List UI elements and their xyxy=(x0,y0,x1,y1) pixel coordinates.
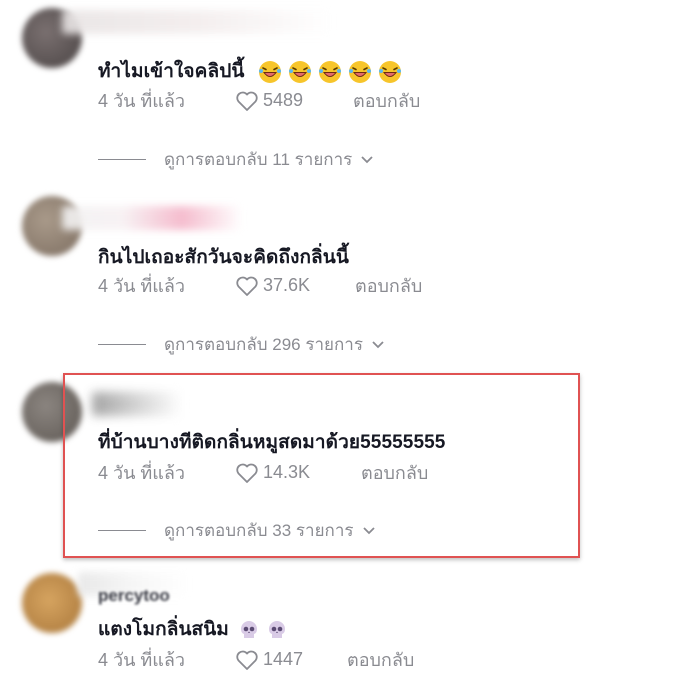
reply-button[interactable]: ตอบกลับ xyxy=(353,86,420,115)
comment-meta: 4 วัน ที่แล้ว 5489 ตอบกลับ xyxy=(98,86,420,115)
view-replies-button[interactable]: ดูการตอบกลับ 296 รายการ xyxy=(98,331,385,358)
laughing-emoji-icon xyxy=(378,60,401,83)
emoji-group xyxy=(238,619,294,641)
reply-button[interactable]: ตอบกลับ xyxy=(355,271,422,300)
like-count: 1447 xyxy=(263,649,304,669)
divider-line xyxy=(98,344,146,345)
like-count: 5489 xyxy=(263,90,304,110)
chevron-down-icon xyxy=(372,340,384,348)
laughing-emoji-icon xyxy=(348,60,371,83)
comment-meta: 4 วัน ที่แล้ว 37.6K ตอบกลับ xyxy=(98,271,422,300)
heart-outline-icon xyxy=(236,91,258,111)
chevron-down-icon xyxy=(361,155,373,163)
like-button[interactable]: 5489 xyxy=(235,90,355,112)
comment-time: 4 วัน ที่แล้ว xyxy=(98,276,186,296)
comment-text: กินไปเถอะสักวันจะคิดถึงกลิ่นนี้ xyxy=(98,247,349,268)
username[interactable]: percytoo xyxy=(98,586,170,606)
view-replies-button[interactable]: ดูการตอบกลับ 11 รายการ xyxy=(98,146,374,173)
comment-time: 4 วัน ที่แล้ว xyxy=(98,91,186,111)
heart-outline-icon xyxy=(236,650,258,670)
skull-emoji-icon xyxy=(241,620,258,638)
like-button[interactable]: 1447 xyxy=(235,649,347,671)
comment-time: 4 วัน ที่แล้ว xyxy=(98,650,186,670)
reply-button[interactable]: ตอบกลับ xyxy=(347,645,414,674)
comment-meta: 4 วัน ที่แล้ว 1447 ตอบกลับ xyxy=(98,645,414,674)
laughing-emoji-icon xyxy=(258,60,281,83)
highlight-box xyxy=(63,373,580,558)
laughing-emoji-icon xyxy=(318,60,341,83)
like-button[interactable]: 37.6K xyxy=(235,275,355,297)
username-blurred xyxy=(62,206,242,230)
view-replies-label: ดูการตอบกลับ 11 รายการ xyxy=(164,150,353,169)
laughing-emoji-icon xyxy=(288,60,311,83)
username-blurred xyxy=(62,10,332,34)
comment-text: แตงโมกลิ่นสนิม xyxy=(98,614,294,644)
view-replies-label: ดูการตอบกลับ 296 รายการ xyxy=(164,335,363,354)
divider-line xyxy=(98,159,146,160)
heart-outline-icon xyxy=(236,276,258,296)
emoji-group xyxy=(258,60,408,84)
like-count: 37.6K xyxy=(263,275,311,295)
avatar[interactable] xyxy=(22,573,82,633)
comment-text: ทำไมเข้าใจคลิปนี้ xyxy=(98,56,408,86)
skull-emoji-icon xyxy=(269,620,286,638)
